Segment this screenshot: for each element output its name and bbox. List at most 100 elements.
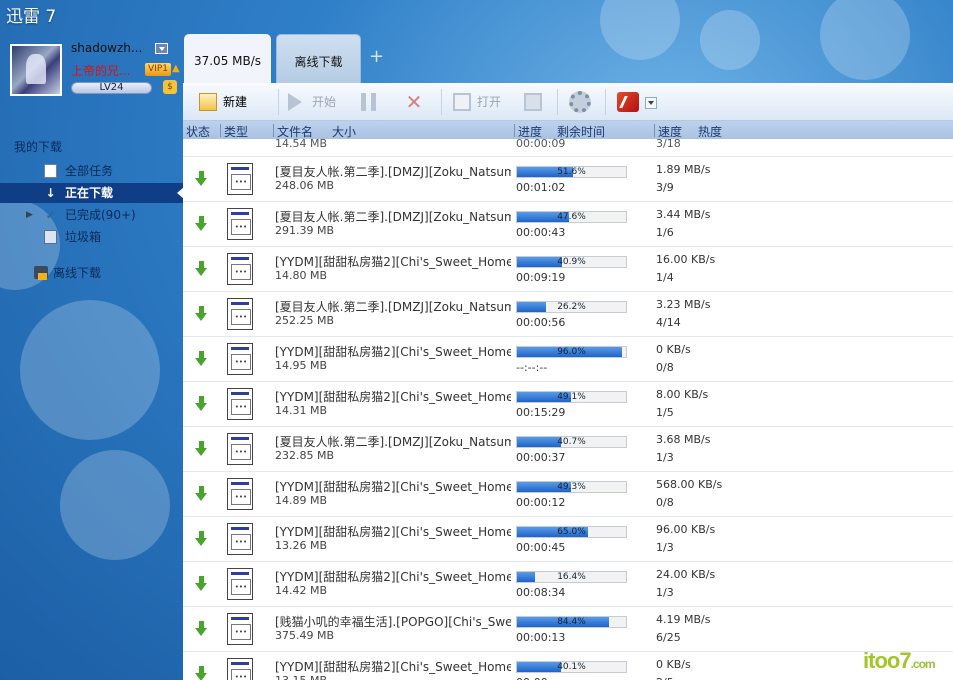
delete-x-icon: ✕ [405,90,423,114]
tab-offline-download[interactable]: 离线下载 [276,34,361,84]
task-heat: 1/4 [656,271,674,284]
coin-icon[interactable]: $ [163,80,177,94]
offline-download-icon [34,266,48,280]
xunlei-logo-icon [617,92,639,112]
task-filename: [夏目友人帐.第二季].[DMZJ][Zoku_Natsum... [275,300,511,314]
task-row[interactable]: [夏目友人帐.第二季].[DMZJ][Zoku_Natsum...252.25 … [183,292,953,337]
progress-label: 16.4% [557,572,586,582]
video-file-icon [227,163,253,195]
task-row[interactable]: [YYDM][甜甜私房猫2][Chi's_Sweet_Home][...14.4… [183,562,953,607]
task-filename: [贱猫小叽的幸福生活].[POPGO][Chi's_Swe... [275,615,511,629]
background-bokeh [700,10,760,70]
sidebar-item-label: 正在下载 [65,186,114,200]
task-row[interactable]: [夏目友人帐.第二季].[DMZJ][Zoku_Natsum...232.85 … [183,427,953,472]
sidebar-item-downloading[interactable]: ↓ 正在下载 [0,183,184,203]
task-size: 14.80 MB [275,269,328,282]
task-row[interactable]: [YYDM][甜甜私房猫2][Chi's_Sweet_Home][...13.1… [183,652,953,680]
task-row-partial[interactable]: 14.54 MB 00:00:09 3/18 [183,139,953,157]
progress-bar: 16.4% [516,571,627,583]
column-progress[interactable]: 进度 [518,123,542,140]
start-button[interactable]: 开始 [288,90,348,114]
task-remaining-time: 00:09:19 [516,271,566,284]
task-row[interactable]: [YYDM][甜甜私房猫2][Chi's_Sweet_Home][...14.8… [183,247,953,292]
vip-badge[interactable]: VIP1 [145,63,171,76]
username[interactable]: shadowzh... [71,41,142,55]
task-speed: 0 KB/s [656,658,691,671]
add-tab-icon[interactable]: + [369,46,384,67]
xunlei-menu-button[interactable] [617,90,641,114]
progress-bar: 40.7% [516,436,627,448]
video-file-icon [227,343,253,375]
column-divider[interactable] [273,124,274,137]
sidebar-item-trash[interactable]: 垃圾箱 [0,227,183,247]
task-filename: [YYDM][甜甜私房猫2][Chi's_Sweet_Home][... [275,345,511,359]
vip-upgrade-icon[interactable]: ▲ [172,63,180,74]
sidebar-item-completed[interactable]: ▶ ✓ 已完成(90+) [0,205,183,225]
column-remaining-time[interactable]: 剩余时间 [557,123,605,140]
progress-label: 51.6% [557,167,586,177]
video-file-icon [227,568,253,600]
task-filename: [夏目友人帐.第二季].[DMZJ][Zoku_Natsum... [275,165,511,179]
column-heat[interactable]: 热度 [698,123,722,140]
new-file-icon [199,93,217,111]
expand-triangle-icon[interactable]: ▶ [26,205,33,225]
open-folder-button[interactable] [524,90,544,114]
chevron-down-icon[interactable] [645,97,657,109]
avatar[interactable] [10,44,62,96]
task-heat: 1/5 [656,406,674,419]
column-type[interactable]: 类型 [224,123,248,140]
task-row[interactable]: [夏目友人帐.第二季].[DMZJ][Zoku_Natsum...248.06 … [183,157,953,202]
task-filename: [YYDM][甜甜私房猫2][Chi's_Sweet_Home][... [275,660,511,674]
toolbar: 新建 开始 ✕ 打开 [183,83,953,121]
background-bokeh [20,300,160,440]
column-size[interactable]: 大小 [332,123,356,140]
column-status[interactable]: 状态 [186,123,210,140]
open-button[interactable]: 打开 [453,90,513,114]
column-divider[interactable] [654,124,655,137]
task-row[interactable]: [YYDM][甜甜私房猫2][Chi's_Sweet_Home][...13.2… [183,517,953,562]
new-button[interactable]: 新建 [199,90,269,114]
column-divider[interactable] [220,124,221,137]
task-row[interactable]: [YYDM][甜甜私房猫2][Chi's_Sweet_Home][...14.8… [183,472,953,517]
sidebar-heading[interactable]: 我的下载 [14,138,62,155]
downloading-status-icon [195,171,207,187]
progress-label: 65.0% [557,527,586,537]
task-row[interactable]: [YYDM][甜甜私房猫2][Chi's_Sweet_Home][...14.9… [183,337,953,382]
download-arrow-icon: ↓ [45,186,56,200]
open-button-label: 打开 [477,95,502,109]
progress-label: 84.4% [557,617,586,627]
task-heat: 3/9 [656,181,674,194]
video-file-icon [227,478,253,510]
pause-button[interactable] [361,90,381,114]
task-remaining-time: --:--:-- [516,361,548,374]
task-speed: 568.00 KB/s [656,478,723,491]
task-speed: 16.00 KB/s [656,253,716,266]
downloading-status-icon [195,621,207,637]
task-size: 14.89 MB [275,494,328,507]
task-filename: [夏目友人帐.第二季].[DMZJ][Zoku_Natsum... [275,210,511,224]
progress-bar: 49.1% [516,391,627,403]
task-row[interactable]: [YYDM][甜甜私房猫2][Chi's_Sweet_Home][...14.3… [183,382,953,427]
sidebar-item-all-tasks[interactable]: 全部任务 [0,161,183,181]
task-filename: [YYDM][甜甜私房猫2][Chi's_Sweet_Home][... [275,255,511,269]
task-remaining-time: 00:00:09 [516,139,566,150]
column-filename[interactable]: 文件名 [277,123,313,140]
task-filename: [夏目友人帐.第二季].[DMZJ][Zoku_Natsum... [275,435,511,449]
delete-button[interactable]: ✕ [405,90,425,114]
user-menu-dropdown-icon[interactable] [155,43,168,54]
task-size: 232.85 MB [275,449,335,462]
task-speed: 3.23 MB/s [656,298,711,311]
user-title: 上帝的兄... [71,64,131,78]
task-speed: 8.00 KB/s [656,388,709,401]
task-row[interactable]: [贱猫小叽的幸福生活].[POPGO][Chi's_Swe...375.49 M… [183,607,953,652]
column-divider[interactable] [514,124,515,137]
tab-downloading-speed[interactable]: 37.05 MB/s [184,34,271,84]
task-remaining-time: 00:00:13 [516,631,566,644]
task-list[interactable]: 14.54 MB 00:00:09 3/18 [夏目友人帐.第二季].[DMZJ… [183,139,953,680]
column-speed[interactable]: 速度 [658,123,682,140]
downloading-status-icon [195,531,207,547]
settings-button[interactable] [569,90,593,114]
task-heat: 0/8 [656,496,674,509]
checkmark-icon: ✓ [45,208,56,222]
task-row[interactable]: [夏目友人帐.第二季].[DMZJ][Zoku_Natsum...291.39 … [183,202,953,247]
